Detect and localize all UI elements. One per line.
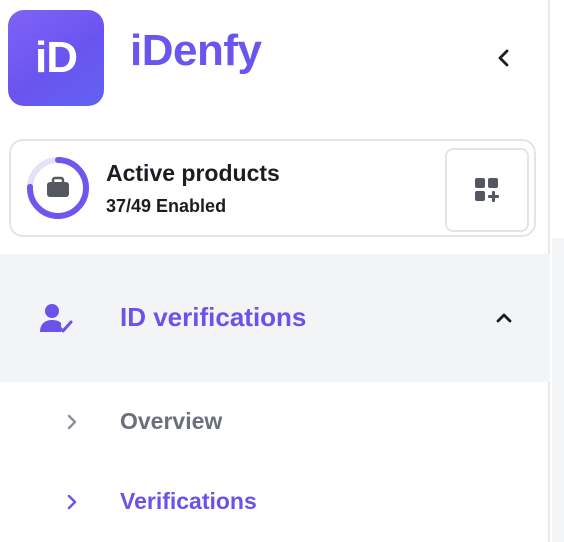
briefcase-icon — [47, 176, 69, 197]
brand-wordmark: iDenfy — [130, 26, 262, 75]
nav-section-id-verifications[interactable]: ID verifications — [0, 254, 550, 382]
app-logo-tile[interactable]: iD — [8, 10, 104, 106]
content-area-edge — [552, 0, 564, 542]
chevron-right-icon — [67, 494, 77, 510]
active-products-title: Active products — [106, 160, 280, 186]
content-area-shade — [552, 238, 564, 542]
user-check-icon — [40, 304, 73, 333]
logo-tile-text: iD — [35, 33, 78, 82]
add-grid-icon — [475, 178, 499, 202]
nav-item-label: Verifications — [120, 488, 257, 514]
collapse-sidebar-button[interactable] — [488, 44, 520, 72]
nav-item-verifications[interactable]: Verifications — [0, 472, 550, 532]
add-product-button[interactable] — [445, 148, 529, 232]
chevron-left-icon — [498, 49, 509, 67]
active-products-count: 37/49 Enabled — [106, 196, 227, 216]
nav-item-overview[interactable]: Overview — [0, 392, 550, 452]
nav-section-label: ID verifications — [120, 302, 307, 332]
sidebar: iD iDenfy Active products 37/49 Enabled — [0, 0, 550, 542]
chevron-up-icon[interactable] — [492, 306, 516, 330]
active-products-card[interactable]: Active products 37/49 Enabled — [9, 139, 536, 237]
chevron-right-icon — [67, 414, 77, 430]
nav-item-label: Overview — [120, 408, 223, 434]
products-progress-ring — [27, 157, 89, 219]
